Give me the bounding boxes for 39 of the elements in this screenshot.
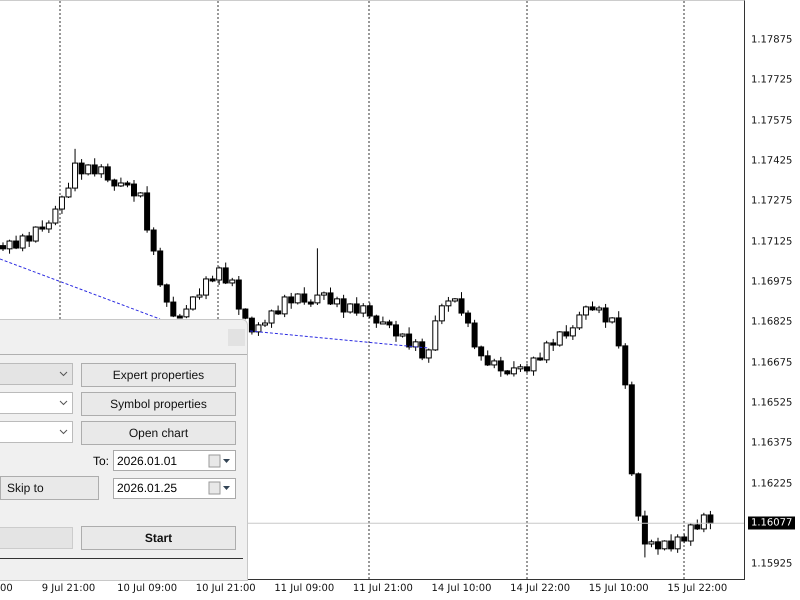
time-label: 00 — [0, 583, 13, 594]
dropdown-field[interactable] — [0, 421, 73, 443]
calendar-icon[interactable] — [208, 454, 232, 468]
price-label: 1.17875 — [751, 34, 792, 46]
price-label: 1.17125 — [751, 236, 792, 248]
properties-button[interactable]: Open chart — [81, 421, 236, 445]
price-label: 1.16825 — [751, 316, 792, 328]
time-label: 10 Jul 09:00 — [117, 583, 178, 594]
price-label: 1.15925 — [751, 558, 792, 570]
time-label: 15 Jul 22:00 — [667, 583, 728, 594]
time-label: 9 Jul 21:00 — [42, 583, 96, 594]
price-label: 1.16225 — [751, 478, 792, 489]
calendar-icon[interactable] — [208, 481, 232, 495]
chevron-down-icon — [59, 429, 68, 435]
price-label: 1.16525 — [751, 397, 792, 408]
price-label: 1.17575 — [751, 115, 792, 126]
current-price-label: 1.16077 — [748, 516, 796, 530]
properties-button[interactable]: Expert properties — [81, 363, 236, 387]
price-label: 1.16975 — [751, 276, 792, 288]
time-label: 14 Jul 22:00 — [510, 583, 570, 594]
time-label: 11 Jul 21:00 — [352, 583, 413, 594]
time-label: 11 Jul 09:00 — [274, 583, 334, 594]
price-label: 1.17275 — [751, 196, 792, 207]
dropdown-field[interactable] — [0, 392, 73, 414]
time-label: 15 Jul 10:00 — [588, 583, 649, 594]
chevron-down-icon — [59, 371, 68, 377]
to-label: To: — [92, 454, 109, 468]
time-label: 14 Jul 10:00 — [432, 583, 492, 594]
properties-button[interactable]: Symbol properties — [81, 392, 236, 416]
price-label: 1.16675 — [751, 357, 792, 368]
price-label: 1.17425 — [751, 155, 792, 166]
chevron-down-icon — [59, 400, 68, 406]
price-label: 1.17725 — [751, 74, 792, 86]
price-label: 1.16375 — [751, 438, 792, 449]
time-label: 10 Jul 21:00 — [196, 583, 256, 594]
skip-to-button[interactable]: Skip to — [0, 476, 99, 500]
date-field[interactable]: 2026.01.25 — [113, 478, 236, 498]
start-button[interactable]: Start — [81, 526, 236, 550]
date-field[interactable]: 2026.01.01 — [113, 450, 236, 471]
